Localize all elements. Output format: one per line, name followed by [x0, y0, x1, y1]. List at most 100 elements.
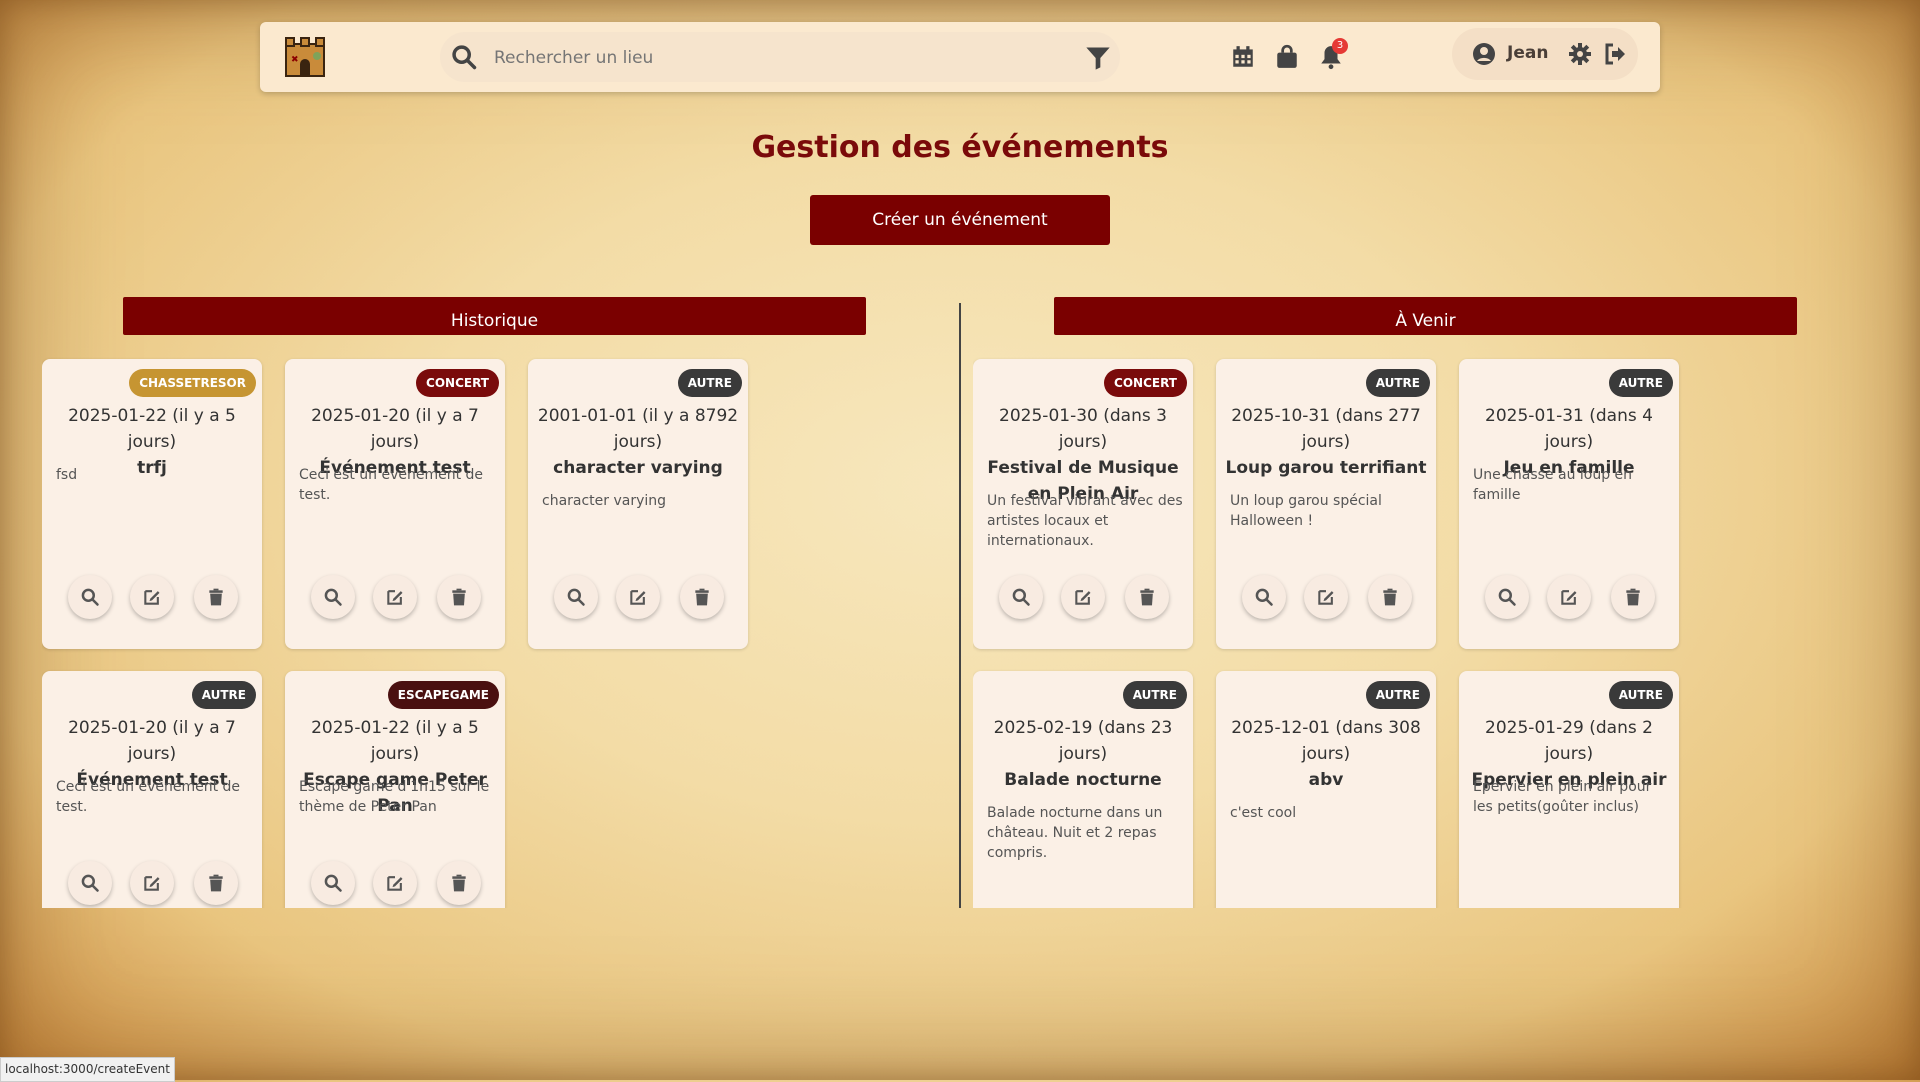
edit-icon: [144, 876, 160, 891]
edit-icon: [387, 876, 403, 891]
view-button[interactable]: [311, 861, 355, 905]
delete-button[interactable]: [1368, 575, 1412, 619]
event-card: AUTRE 2001-01-01 (il y a 8792 jours) char…: [528, 359, 748, 649]
event-card: CHASSETRESOR 2025-01-22 (il y a 5 jours)…: [42, 359, 262, 649]
trash-icon: [209, 588, 223, 606]
category-tag: CONCERT: [1104, 369, 1187, 397]
edit-button[interactable]: [130, 861, 174, 905]
search-icon: [1255, 588, 1273, 606]
search-input[interactable]: [492, 44, 1056, 72]
event-card: CONCERT 2025-01-20 (il y a 7 jours) Événe…: [285, 359, 505, 649]
category-tag: AUTRE: [677, 369, 742, 397]
event-date: 2025-01-31 (dans 4 jours): [1485, 406, 1653, 452]
trash-icon: [695, 588, 709, 606]
trash-icon: [1140, 588, 1154, 606]
event-date: 2025-01-20 (il y a 7 jours): [311, 406, 479, 452]
view-button[interactable]: [1242, 575, 1286, 619]
card-actions: [1216, 575, 1436, 619]
calendar-icon[interactable]: [1230, 44, 1256, 70]
category-tag: CONCERT: [416, 369, 499, 397]
category-tag: CHASSETRESOR: [129, 369, 256, 397]
shopping-bag-icon[interactable]: [1274, 44, 1300, 70]
search-icon: [324, 588, 342, 606]
history-section-header: Historique: [123, 297, 866, 335]
view-button[interactable]: [68, 575, 112, 619]
event-description: Ceci est un événement de test.: [299, 467, 484, 503]
category-tag: AUTRE: [1365, 681, 1430, 709]
notifications-bell[interactable]: 3: [1318, 38, 1348, 70]
event-card: AUTRE 2025-01-20 (il y a 7 jours) Événeme…: [42, 671, 262, 908]
event-title: Balade nocturne: [1004, 770, 1162, 790]
svg-text:✖: ✖: [291, 55, 299, 65]
search-bar: [440, 32, 1120, 82]
edit-button[interactable]: [373, 575, 417, 619]
event-date: 2025-01-22 (il y a 5 jours): [68, 406, 236, 452]
page-title: Gestion des événements: [751, 130, 1169, 165]
gear-icon[interactable]: [1568, 42, 1592, 66]
event-date: 2025-01-22 (il y a 5 jours): [311, 718, 479, 764]
event-card: ESCAPEGAME 2025-01-22 (il y a 5 jours) Es…: [285, 671, 505, 908]
card-actions: [1459, 575, 1679, 619]
search-icon[interactable]: [450, 43, 478, 71]
search-icon: [567, 588, 585, 606]
view-button[interactable]: [554, 575, 598, 619]
logout-icon[interactable]: [1602, 42, 1628, 66]
delete-button[interactable]: [1611, 575, 1655, 619]
card-actions: [285, 861, 505, 905]
card-actions: [42, 575, 262, 619]
edit-button[interactable]: [130, 575, 174, 619]
event-card: CONCERT 2025-01-30 (dans 3 jours) Festiva…: [973, 359, 1193, 649]
event-description: fsd: [56, 467, 78, 483]
event-title: Loup garou terrifiant: [1225, 458, 1427, 478]
card-actions: [42, 861, 262, 905]
edit-icon: [387, 590, 403, 605]
edit-icon: [1561, 590, 1577, 605]
create-event-button[interactable]: Créer un événement: [810, 195, 1110, 245]
search-icon: [324, 874, 342, 892]
delete-button[interactable]: [437, 575, 481, 619]
filter-icon[interactable]: [1084, 44, 1112, 72]
edit-button[interactable]: [1304, 575, 1348, 619]
user-icon[interactable]: [1472, 42, 1496, 66]
event-title: abv: [1308, 770, 1344, 790]
event-date-title: 2001-01-01 (il y a 8792 jours) character …: [534, 403, 742, 481]
card-actions: [973, 575, 1193, 619]
notification-count-badge: 3: [1332, 38, 1348, 54]
event-date: 2025-10-31 (dans 277 jours): [1231, 406, 1421, 452]
castle-logo-icon[interactable]: ✖: [282, 34, 328, 80]
edit-icon: [1075, 590, 1091, 605]
event-date-title: 2025-02-19 (dans 23 jours) Balade nocturn…: [979, 715, 1187, 793]
event-date-title: 2025-12-01 (dans 308 jours) abv: [1222, 715, 1430, 793]
edit-icon: [1318, 590, 1334, 605]
edit-button[interactable]: [1547, 575, 1591, 619]
view-button[interactable]: [1485, 575, 1529, 619]
edit-icon: [144, 590, 160, 605]
delete-button[interactable]: [680, 575, 724, 619]
delete-button[interactable]: [194, 861, 238, 905]
view-button[interactable]: [68, 861, 112, 905]
edit-button[interactable]: [373, 861, 417, 905]
delete-button[interactable]: [1125, 575, 1169, 619]
event-date: 2025-01-30 (dans 3 jours): [999, 406, 1167, 452]
event-description: Epervier en plein air pour les petits(go…: [1473, 779, 1652, 815]
delete-button[interactable]: [194, 575, 238, 619]
event-description: Balade nocturne dans un château. Nuit et…: [987, 805, 1163, 861]
edit-button[interactable]: [616, 575, 660, 619]
event-date: 2025-01-20 (il y a 7 jours): [68, 718, 236, 764]
event-card: AUTRE 2025-10-31 (dans 277 jours) Loup ga…: [1216, 359, 1436, 649]
edit-button[interactable]: [1061, 575, 1105, 619]
event-description: Un loup garou spécial Halloween !: [1230, 493, 1382, 529]
event-description: Une chasse au loup en famille: [1473, 467, 1633, 503]
top-navbar: ✖ 3 Jean: [260, 22, 1660, 92]
category-tag: ESCAPEGAME: [387, 681, 499, 709]
event-title: character varying: [553, 458, 723, 478]
event-description: c'est cool: [1230, 805, 1297, 821]
category-tag: AUTRE: [1122, 681, 1187, 709]
view-button[interactable]: [999, 575, 1043, 619]
user-name[interactable]: Jean: [1507, 43, 1548, 63]
view-button[interactable]: [311, 575, 355, 619]
delete-button[interactable]: [437, 861, 481, 905]
browser-status-url: localhost:3000/createEvent: [0, 1057, 175, 1082]
edit-icon: [630, 590, 646, 605]
card-actions: [528, 575, 748, 619]
